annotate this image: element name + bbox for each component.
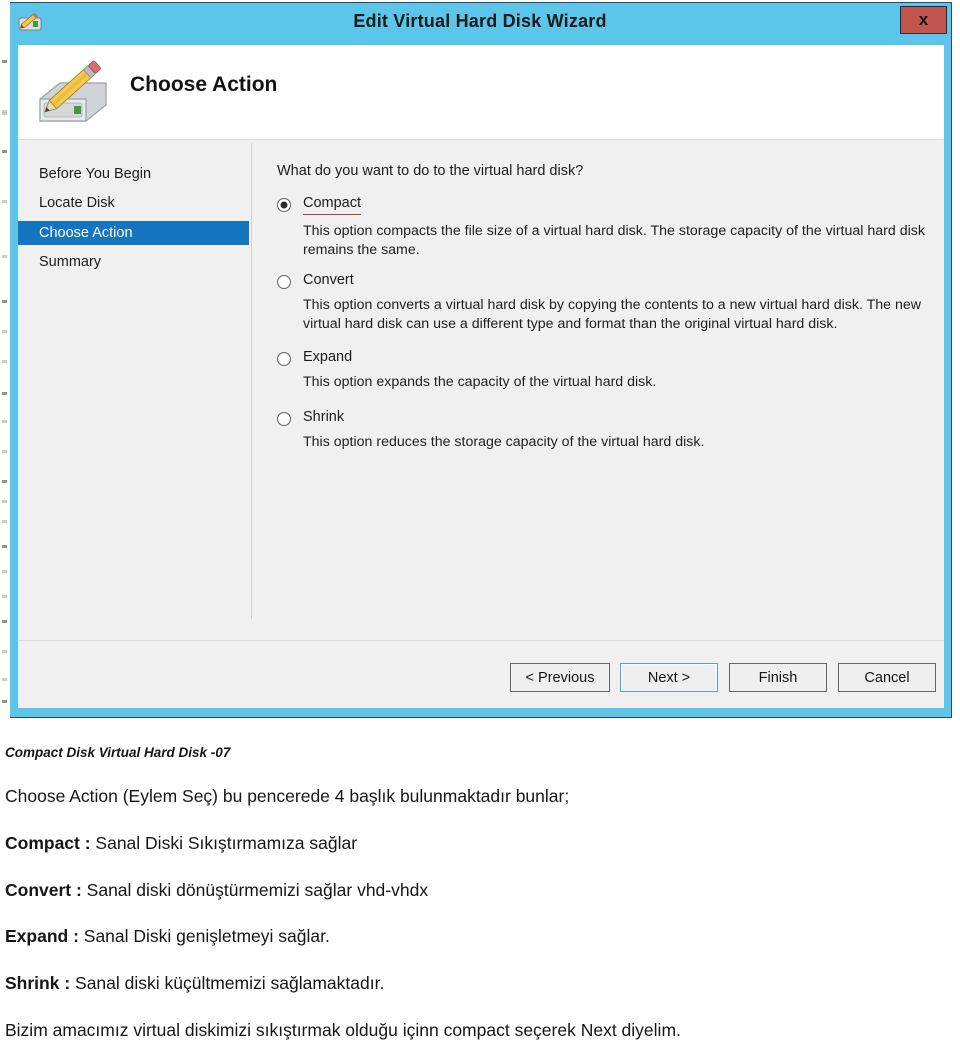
article-entry-text: Sanal diski dönüştürmemizi sağlar vhd-vh… <box>81 880 429 900</box>
scan-artifact-mark <box>2 545 7 548</box>
option-description: This option expands the capacity of the … <box>303 374 657 390</box>
edit-virtual-hard-disk-wizard-window: Edit Virtual Hard Disk Wizard x Choose A… <box>8 2 952 718</box>
wizard-button-bar: < Previous Next > Finish Cancel <box>18 640 944 708</box>
radio-button-convert-icon[interactable] <box>277 275 291 289</box>
scan-artifact-mark <box>2 255 7 258</box>
scan-artifact-mark <box>2 200 7 203</box>
option-label: Shrink <box>303 409 345 425</box>
radio-option-compact[interactable]: Compact <box>277 195 937 215</box>
scan-artifact-mark <box>2 520 7 523</box>
scan-artifact-mark <box>2 595 7 598</box>
option-shrink: Shrink This option reduces the storage ca… <box>277 409 937 452</box>
article-entry-convert: Convert : Sanal diski dönüştürmemizi sağ… <box>5 880 428 901</box>
radio-button-shrink-icon[interactable] <box>277 412 291 426</box>
wizard-content-pane: What do you want to do to the virtual ha… <box>252 140 944 640</box>
sidebar-item-label: Locate Disk <box>39 195 115 211</box>
scan-artifact-mark <box>2 60 7 63</box>
option-label: Compact <box>303 195 362 215</box>
option-description: This option reduces the storage capacity… <box>303 434 705 450</box>
radio-button-compact-icon[interactable] <box>277 198 291 212</box>
scan-artifact-mark <box>2 112 7 115</box>
sidebar-item-summary[interactable]: Summary <box>18 250 249 274</box>
sidebar-item-label: Choose Action <box>39 225 133 241</box>
scan-artifact-mark <box>2 620 7 623</box>
scan-artifact-mark <box>2 150 7 153</box>
sidebar-item-label: Before You Begin <box>39 166 152 182</box>
scan-artifact-mark <box>2 450 7 453</box>
scan-artifact-mark <box>2 570 7 573</box>
sidebar-item-label: Summary <box>39 254 102 270</box>
option-compact: Compact This option compacts the file siz… <box>277 195 937 259</box>
wizard-step-nav: Before You Begin Locate Disk Choose Action… <box>18 140 251 640</box>
scan-artifact-mark <box>2 500 7 503</box>
article-entry-text: Sanal Diski Sıkıştırmamıza sağlar <box>90 833 358 853</box>
article-entry-term: Expand : <box>5 926 79 946</box>
content-question: What do you want to do to the virtual ha… <box>277 163 584 179</box>
scan-artifact-strip <box>0 0 10 730</box>
cancel-button[interactable]: Cancel <box>838 663 936 692</box>
page-title: Choose Action <box>130 73 278 96</box>
article-caption: Compact Disk Virtual Hard Disk -07 <box>5 745 231 760</box>
article-entry-compact: Compact : Sanal Diski Sıkıştırmamıza sağ… <box>5 833 357 854</box>
scan-artifact-mark <box>2 360 7 363</box>
scan-artifact-mark <box>2 480 7 483</box>
article-entry-text: Sanal diski küçültmemizi sağlamaktadır. <box>70 973 385 993</box>
article-entry-text: Sanal Diski genişletmeyi sağlar. <box>78 926 330 946</box>
sidebar-item-before-you-begin[interactable]: Before You Begin <box>18 162 249 186</box>
article-intro: Choose Action (Eylem Seç) bu pencerede 4… <box>5 786 570 806</box>
scan-artifact-mark <box>2 650 7 653</box>
radio-button-expand-icon[interactable] <box>277 352 291 366</box>
article-closing: Bizim amacımız virtual diskimizi sıkıştı… <box>5 1020 681 1040</box>
option-description: This option converts a virtual hard disk… <box>303 297 922 332</box>
article-entry-shrink: Shrink : Sanal diski küçültmemizi sağlam… <box>5 973 384 994</box>
article-entry-term: Shrink : <box>5 973 71 993</box>
option-label: Expand <box>303 349 353 365</box>
scan-artifact-mark <box>2 678 7 681</box>
close-button[interactable]: x <box>900 6 947 34</box>
scan-artifact-mark <box>2 330 7 333</box>
scan-artifact-mark <box>2 300 7 303</box>
article-entry-expand: Expand : Sanal Diski genişletmeyi sağlar… <box>5 926 330 947</box>
option-description: This option compacts the file size of a … <box>303 222 925 258</box>
window-title: Edit Virtual Hard Disk Wizard <box>353 11 607 31</box>
option-label: Convert <box>303 272 354 288</box>
hard-disk-pencil-icon <box>39 60 107 122</box>
finish-button[interactable]: Finish <box>729 663 827 692</box>
article-entry-term: Convert : <box>5 880 82 900</box>
previous-button[interactable]: < Previous <box>510 663 610 692</box>
option-convert: Convert This option converts a virtual ha… <box>277 272 937 333</box>
wizard-banner: Choose Action <box>18 45 944 140</box>
wizard-body: Before You Begin Locate Disk Choose Action… <box>18 140 944 640</box>
radio-option-expand[interactable]: Expand <box>277 349 937 366</box>
article-entry-term: Compact : <box>5 833 91 853</box>
radio-option-convert[interactable]: Convert <box>277 272 937 289</box>
option-expand: Expand This option expands the capacity o… <box>277 349 937 392</box>
scan-artifact-mark <box>2 420 7 423</box>
scan-artifact-mark <box>2 392 7 395</box>
sidebar-item-locate-disk[interactable]: Locate Disk <box>18 191 249 215</box>
window-title-bar: Edit Virtual Hard Disk Wizard x <box>9 3 951 45</box>
scan-artifact-mark <box>2 700 7 703</box>
sidebar-item-choose-action[interactable]: Choose Action <box>18 221 249 245</box>
radio-option-shrink[interactable]: Shrink <box>277 409 937 426</box>
next-button[interactable]: Next > <box>620 663 718 692</box>
